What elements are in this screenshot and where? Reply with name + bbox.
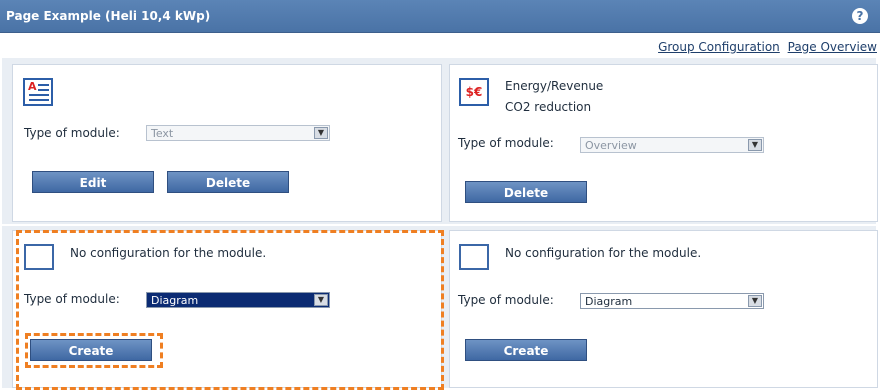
module-type-value: Diagram <box>585 295 633 308</box>
chevron-down-icon: ▼ <box>314 127 328 139</box>
module-type-select[interactable]: Diagram ▼ <box>580 293 764 309</box>
delete-button[interactable]: Delete <box>167 171 289 193</box>
title-bar: Page Example (Heli 10,4 kWp) ? <box>0 0 880 33</box>
module-type-value: Overview <box>585 139 637 152</box>
delete-button[interactable]: Delete <box>465 181 587 203</box>
group-configuration-link[interactable]: Group Configuration <box>658 40 780 54</box>
help-icon[interactable]: ? <box>852 8 868 24</box>
module-type-select[interactable]: Overview ▼ <box>580 137 764 153</box>
module-type-label: Type of module: <box>458 293 554 307</box>
page-title: Page Example (Heli 10,4 kWp) <box>6 9 211 23</box>
edit-button[interactable]: Edit <box>32 171 154 193</box>
overview-line-2: CO2 reduction <box>505 100 592 114</box>
text-document-icon: A <box>23 78 53 106</box>
empty-module-icon <box>459 244 489 270</box>
module-type-label: Type of module: <box>24 126 120 140</box>
module-type-label: Type of module: <box>458 136 554 150</box>
currency-icon: $€ <box>459 78 489 106</box>
module-type-value: Text <box>151 127 174 140</box>
chevron-down-icon: ▼ <box>748 295 762 307</box>
page-overview-link[interactable]: Page Overview <box>788 40 877 54</box>
highlight-frame-create <box>25 333 163 368</box>
text-module-panel <box>12 64 442 222</box>
create-button[interactable]: Create <box>465 339 587 361</box>
module-type-select[interactable]: Text ▼ <box>146 125 330 141</box>
overview-line-1: Energy/Revenue <box>505 79 604 93</box>
no-config-message: No configuration for the module. <box>505 246 702 260</box>
top-links: Group Configuration Page Overview <box>654 40 877 54</box>
chevron-down-icon: ▼ <box>748 139 762 151</box>
